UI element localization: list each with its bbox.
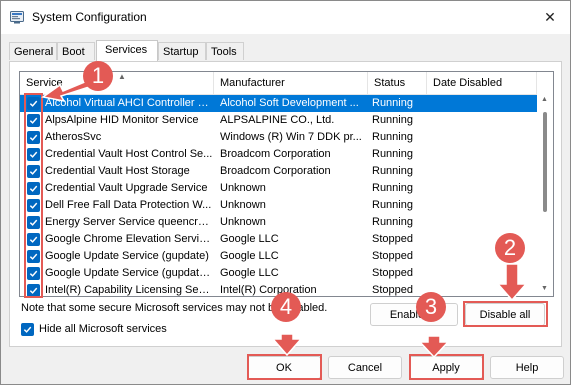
service-name-cell: AtherosSvc: [45, 131, 102, 143]
date-disabled-cell: [431, 146, 531, 163]
status-cell: Stopped: [372, 250, 413, 262]
step-4-badge: 4: [271, 292, 301, 322]
hide-microsoft-services-label[interactable]: Hide all Microsoft services: [39, 323, 167, 335]
column-header-date-disabled[interactable]: Date Disabled: [427, 72, 537, 94]
msconfig-app-icon: [10, 11, 24, 24]
status-cell: Running: [372, 182, 413, 194]
services-list[interactable]: Service ▲ Manufacturer Status Date Disab…: [19, 71, 554, 297]
service-name-cell: Intel(R) Capability Licensing Serv...: [45, 284, 213, 296]
table-row[interactable]: Credential Vault Upgrade Service Unknown R…: [20, 180, 537, 197]
service-name-cell: Credential Vault Host Control Se...: [45, 148, 213, 160]
status-cell: Stopped: [372, 267, 413, 279]
close-icon: ✕: [544, 8, 556, 25]
status-cell: Running: [372, 97, 413, 109]
manufacturer-cell: Unknown: [220, 199, 266, 211]
status-cell: Running: [372, 131, 413, 143]
cancel-button[interactable]: Cancel: [328, 356, 402, 379]
date-disabled-cell: [431, 282, 531, 296]
manufacturer-cell: Unknown: [220, 182, 266, 194]
hide-microsoft-services-checkbox[interactable]: [21, 323, 34, 336]
apply-highlight: [409, 354, 484, 380]
service-name-cell: Energy Server Service queencreek: [45, 216, 213, 228]
scroll-down-icon[interactable]: ▼: [541, 285, 548, 292]
sort-up-icon: ▲: [118, 72, 126, 81]
tab-services[interactable]: Services: [96, 40, 158, 62]
date-disabled-cell: [431, 129, 531, 146]
status-cell: Running: [372, 216, 413, 228]
service-name-cell: Google Chrome Elevation Servic...: [45, 233, 213, 245]
service-name-cell: Google Update Service (gupdatem): [45, 267, 213, 279]
service-name-cell: Credential Vault Upgrade Service: [45, 182, 208, 194]
column-header-service[interactable]: Service: [20, 72, 214, 94]
table-row[interactable]: Google Update Service (gupdate) Google LL…: [20, 248, 537, 265]
manufacturer-cell: Google LLC: [220, 233, 279, 245]
tab-boot[interactable]: Boot: [57, 42, 95, 60]
tab-tools[interactable]: Tools: [206, 42, 244, 60]
window-title: System Configuration: [32, 10, 147, 24]
checkbox-column-highlight: [24, 93, 43, 298]
service-name-cell: Credential Vault Host Storage: [45, 165, 190, 177]
step-2-badge: 2: [495, 233, 525, 263]
status-cell: Running: [372, 114, 413, 126]
title-bar: System Configuration ✕: [1, 1, 570, 34]
status-cell: Running: [372, 199, 413, 211]
manufacturer-cell: Broadcom Corporation: [220, 165, 331, 177]
column-header-manufacturer[interactable]: Manufacturer: [214, 72, 368, 94]
date-disabled-cell: [431, 197, 531, 214]
date-disabled-cell: [431, 163, 531, 180]
table-row[interactable]: Google Chrome Elevation Servic... Google …: [20, 231, 537, 248]
manufacturer-cell: Windows (R) Win 7 DDK pr...: [220, 131, 362, 143]
close-button[interactable]: ✕: [536, 5, 564, 29]
table-row[interactable]: Credential Vault Host Storage Broadcom Co…: [20, 163, 537, 180]
ok-highlight: [247, 354, 322, 380]
date-disabled-cell: [431, 112, 531, 129]
status-cell: Running: [372, 165, 413, 177]
table-row[interactable]: Dell Free Fall Data Protection W... Unkno…: [20, 197, 537, 214]
table-row[interactable]: Energy Server Service queencreek Unknown R…: [20, 214, 537, 231]
date-disabled-cell: [431, 95, 531, 112]
status-cell: Stopped: [372, 233, 413, 245]
manufacturer-cell: Broadcom Corporation: [220, 148, 331, 160]
date-disabled-cell: [431, 214, 531, 231]
status-cell: Stopped: [372, 284, 413, 296]
manufacturer-cell: Unknown: [220, 216, 266, 228]
checkmark-icon: [23, 326, 32, 333]
step-3-badge: 3: [416, 292, 446, 322]
table-row[interactable]: AtherosSvc Windows (R) Win 7 DDK pr... Run…: [20, 129, 537, 146]
manufacturer-cell: ALPSALPINE CO., Ltd.: [220, 114, 335, 126]
date-disabled-cell: [431, 180, 531, 197]
scroll-up-icon[interactable]: ▲: [541, 96, 548, 103]
step-1-badge: 1: [83, 61, 113, 91]
table-row[interactable]: Google Update Service (gupdatem) Google L…: [20, 265, 537, 282]
service-name-cell: Dell Free Fall Data Protection W...: [45, 199, 212, 211]
manufacturer-cell: Google LLC: [220, 250, 279, 262]
table-row[interactable]: Credential Vault Host Control Se... Broad…: [20, 146, 537, 163]
help-button[interactable]: Help: [490, 356, 564, 379]
manufacturer-cell: Google LLC: [220, 267, 279, 279]
column-header-status[interactable]: Status: [368, 72, 427, 94]
tab-startup[interactable]: Startup: [158, 42, 206, 60]
tab-general[interactable]: General: [9, 42, 57, 60]
service-name-cell: AlpsAlpine HID Monitor Service: [45, 114, 199, 126]
service-name-cell: Google Update Service (gupdate): [45, 250, 209, 262]
table-row[interactable]: AlpsAlpine HID Monitor Service ALPSALPINE…: [20, 112, 537, 129]
status-cell: Running: [372, 148, 413, 160]
date-disabled-cell: [431, 265, 531, 282]
scrollbar-thumb[interactable]: [543, 112, 547, 212]
table-row[interactable]: Alcohol Virtual AHCI Controller M... Alco…: [20, 95, 537, 112]
vertical-scrollbar[interactable]: ▲ ▼: [537, 94, 553, 296]
service-name-cell: Alcohol Virtual AHCI Controller M...: [45, 97, 213, 109]
disable-all-highlight: [463, 301, 548, 327]
manufacturer-cell: Alcohol Soft Development ...: [220, 97, 359, 109]
system-configuration-window: System Configuration ✕ General Boot Serv…: [0, 0, 571, 385]
